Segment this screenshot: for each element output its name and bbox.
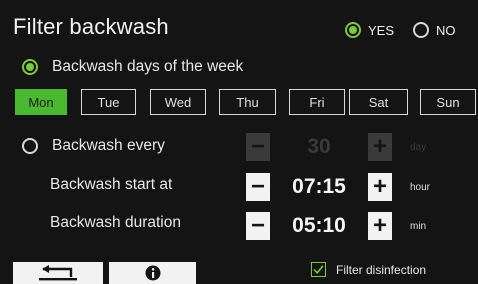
filter-disinfection-option[interactable]: Filter disinfection (311, 262, 426, 277)
day-button-wed[interactable]: Wed (150, 89, 206, 115)
filter-disinfection-checkbox[interactable] (311, 262, 326, 277)
backwash-every-option[interactable]: Backwash every (22, 137, 165, 155)
info-button[interactable] (109, 262, 196, 284)
no-option[interactable]: NO (413, 22, 456, 38)
no-radio[interactable] (413, 22, 429, 38)
every-decrement-button: − (246, 133, 270, 161)
return-arrow-icon (39, 265, 77, 281)
day-button-thu[interactable]: Thu (219, 89, 276, 115)
start-time-stepper: − 07:15 + (246, 173, 392, 201)
days-of-week-radio[interactable] (22, 59, 38, 75)
days-of-week-option[interactable]: Backwash days of the week (22, 58, 243, 76)
duration-decrement-button[interactable]: − (246, 212, 270, 240)
every-increment-button: + (368, 133, 392, 161)
every-unit: day (410, 142, 427, 153)
yes-radio[interactable] (345, 22, 361, 38)
start-time-value: 07:15 (292, 175, 346, 198)
days-of-week-label: Backwash days of the week (52, 58, 244, 75)
duration-stepper: − 05:10 + (246, 212, 392, 240)
start-time-increment-button[interactable]: + (368, 173, 392, 201)
backwash-every-label: Backwash every (52, 137, 165, 154)
start-time-decrement-button[interactable]: − (246, 173, 270, 201)
yes-label: YES (368, 22, 395, 38)
filter-disinfection-label: Filter disinfection (336, 262, 427, 277)
day-button-tue[interactable]: Tue (81, 89, 136, 115)
duration-increment-button[interactable]: + (368, 212, 392, 240)
every-value: 30 (307, 135, 331, 158)
every-stepper: − 30 + (246, 133, 392, 161)
info-icon (145, 265, 160, 281)
yes-option[interactable]: YES (345, 22, 394, 38)
duration-value: 05:10 (292, 214, 346, 237)
day-button-sat[interactable]: Sat (349, 89, 408, 115)
page-title: Filter backwash (13, 14, 169, 39)
duration-unit: min (410, 221, 427, 232)
day-button-mon[interactable]: Mon (15, 89, 67, 115)
day-button-fri[interactable]: Fri (289, 89, 345, 115)
start-time-unit: hour (410, 182, 431, 193)
no-label: NO (436, 22, 456, 38)
back-button[interactable] (13, 262, 103, 284)
duration-label: Backwash duration (50, 214, 181, 231)
start-time-label: Backwash start at (50, 176, 173, 193)
backwash-every-radio[interactable] (22, 138, 38, 154)
checkmark-icon (313, 265, 324, 274)
day-button-sun[interactable]: Sun (420, 89, 476, 115)
day-selector: Mon Tue Wed Thu Fri Sat Sun (15, 89, 476, 115)
